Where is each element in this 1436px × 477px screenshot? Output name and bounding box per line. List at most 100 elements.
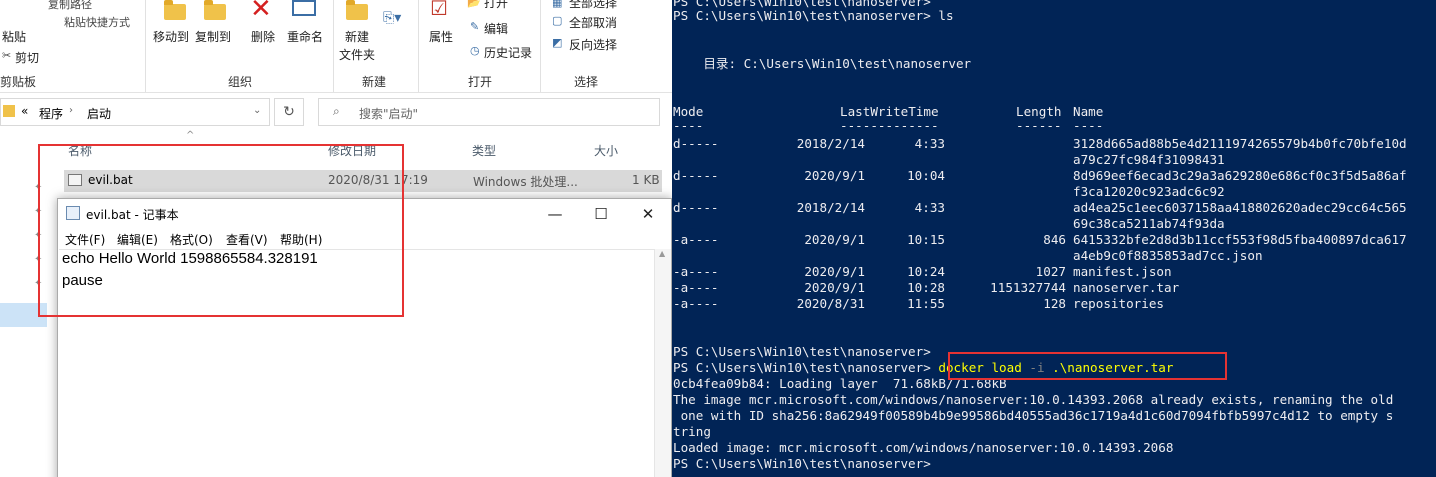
refresh-button[interactable]: ↻ (274, 98, 304, 126)
history-button[interactable]: 历史记录 (484, 44, 532, 61)
nav-selected-item[interactable] (0, 303, 47, 327)
properties-button[interactable]: 属性 (429, 28, 453, 45)
edit-button[interactable]: 编辑 (484, 20, 508, 37)
scroll-up-icon[interactable]: ▲ (659, 249, 665, 258)
entry-time: 4:33 (914, 136, 945, 151)
header-underline: ------------- (840, 118, 939, 133)
maximize-button[interactable]: ☐ (578, 199, 624, 229)
notepad-title-bar[interactable]: evil.bat - 记事本 — ☐ ✕ (58, 199, 671, 229)
column-header-date[interactable]: 修改日期 (328, 142, 376, 159)
menu-format[interactable]: 格式(O) (170, 231, 213, 248)
sort-up-icon: ^ (186, 130, 195, 141)
header-underline: ------ (1016, 118, 1062, 133)
breadcrumb-prefix[interactable]: « (21, 104, 28, 118)
move-to-icon (164, 0, 186, 20)
menu-edit[interactable]: 编辑(E) (117, 231, 158, 248)
menu-help[interactable]: 帮助(H) (280, 231, 322, 248)
column-header-size[interactable]: 大小 (594, 142, 618, 159)
refresh-icon: ↻ (283, 104, 295, 120)
file-explorer-window: 粘贴 复制路径 粘贴快捷方式 ✂ 剪切 剪贴板 移动到 复制到 ✕ 删除 重命名… (0, 0, 672, 477)
ribbon-divider (333, 0, 334, 92)
new-item-icon[interactable]: ⎘▾ (383, 10, 401, 26)
entry-name-cont: a4eb9c0f8835853ad7cc.json (1073, 248, 1263, 263)
history-icon: ◷ (470, 44, 480, 57)
select-none-button[interactable]: 全部取消 (569, 14, 617, 31)
file-type: Windows 批处理... (473, 175, 578, 189)
clipboard-group-label: 剪贴板 (0, 75, 37, 89)
pin-icon: ✦ (34, 206, 43, 217)
open-icon: 📂 (467, 0, 481, 9)
copy-path-button[interactable]: 复制路径 (48, 0, 92, 12)
close-button[interactable]: ✕ (625, 199, 671, 229)
file-size: 1 KB (632, 173, 660, 187)
table-row[interactable]: evil.bat 2020/8/31 17:19 Windows 批处理... … (64, 170, 662, 192)
delete-icon: ✕ (250, 0, 272, 24)
breadcrumb-item-programs[interactable]: 程序 (39, 105, 63, 122)
rename-button[interactable]: 重命名 (287, 28, 323, 45)
entry-length: 128 (1043, 296, 1066, 311)
notepad-window: evil.bat - 记事本 — ☐ ✕ 文件(F) 编辑(E) 格式(O) 查… (57, 198, 672, 477)
entry-length: 846 (1043, 232, 1066, 247)
minimize-button[interactable]: — (532, 199, 578, 229)
open-group-label: 打开 (468, 75, 493, 89)
batch-file-icon (68, 174, 82, 186)
entry-length: 1027 (1035, 264, 1066, 279)
entry-mode: -a---- (673, 296, 719, 311)
cut-button[interactable]: 剪切 (15, 49, 39, 66)
paste-button[interactable]: 粘贴 (2, 28, 26, 45)
menu-file[interactable]: 文件(F) (65, 231, 105, 248)
header-underline: ---- (673, 118, 704, 133)
invert-selection-button[interactable]: 反向选择 (569, 36, 617, 53)
powershell-window[interactable]: PS C:\Users\Win10\test\nanoserver> PS C:… (672, 0, 1436, 477)
invert-selection-icon: ◩ (552, 36, 563, 49)
entry-mode: d----- (673, 136, 719, 151)
entry-time: 11:55 (907, 296, 945, 311)
copy-to-button[interactable]: 复制到 (195, 28, 231, 45)
paste-shortcut-button[interactable]: 粘贴快捷方式 (64, 14, 130, 30)
console-line: PS C:\Users\Win10\test\nanoserver> ls (673, 8, 954, 23)
notepad-icon (66, 206, 80, 220)
file-date: 2020/8/31 17:19 (328, 173, 428, 187)
entry-time: 10:24 (907, 264, 945, 279)
rename-icon (292, 0, 316, 16)
console-output: Loaded image: mcr.microsoft.com/windows/… (673, 440, 1174, 455)
entry-mode: -a---- (673, 264, 719, 279)
search-input[interactable]: ⌕ 搜索"启动" (318, 98, 660, 126)
new-folder-icon (346, 0, 368, 20)
column-header-type[interactable]: 类型 (472, 142, 496, 159)
properties-icon: ☑ (430, 0, 448, 20)
address-bar[interactable]: « 程序 › 启动 ⌄ (0, 98, 270, 126)
ribbon-divider (540, 0, 541, 92)
open-button[interactable]: 打开 (484, 0, 508, 11)
text-line-2: pause (62, 272, 103, 289)
move-to-button[interactable]: 移动到 (153, 28, 189, 45)
prompt: PS C:\Users\Win10\test\nanoserver> (673, 360, 939, 375)
command-name: docker (938, 360, 984, 375)
column-header-name[interactable]: 名称 (68, 142, 92, 159)
entry-name-cont: 69c38ca5211ab74f93da (1073, 216, 1225, 231)
select-all-button[interactable]: 全部选择 (569, 0, 617, 11)
entry-time: 4:33 (914, 200, 945, 215)
menu-view[interactable]: 查看(V) (226, 231, 268, 248)
console-output: The image mcr.microsoft.com/windows/nano… (673, 392, 1394, 407)
new-folder-button-line2: 文件夹 (339, 48, 376, 62)
breadcrumb-item-startup[interactable]: 启动 (87, 105, 111, 122)
pin-icon: ✦ (34, 278, 43, 289)
select-none-icon: ▢ (552, 14, 563, 27)
file-name: evil.bat (88, 173, 133, 187)
chevron-down-icon[interactable]: ⌄ (253, 105, 261, 116)
vertical-scrollbar[interactable]: ▲ (654, 249, 671, 477)
entry-length: 1151327744 (990, 280, 1066, 295)
console-output: 0cb4fea09b84: Loading layer 71.68kB/71.6… (673, 376, 1007, 391)
delete-button[interactable]: 删除 (251, 28, 275, 45)
entry-date: 2020/9/1 (804, 232, 865, 247)
chevron-right-icon: › (69, 105, 73, 116)
text-line-1: echo Hello World 1598865584.328191 (62, 250, 318, 267)
search-icon: ⌕ (333, 104, 340, 118)
entry-time: 10:28 (907, 280, 945, 295)
search-placeholder: 搜索"启动" (359, 107, 419, 121)
console-output: one with ID sha256:8a62949f00589b4b9e995… (673, 408, 1394, 423)
new-folder-button[interactable]: 新建 (345, 28, 369, 45)
ribbon-divider (418, 0, 419, 92)
notepad-text-area[interactable]: echo Hello World 1598865584.328191 pause (59, 249, 655, 477)
